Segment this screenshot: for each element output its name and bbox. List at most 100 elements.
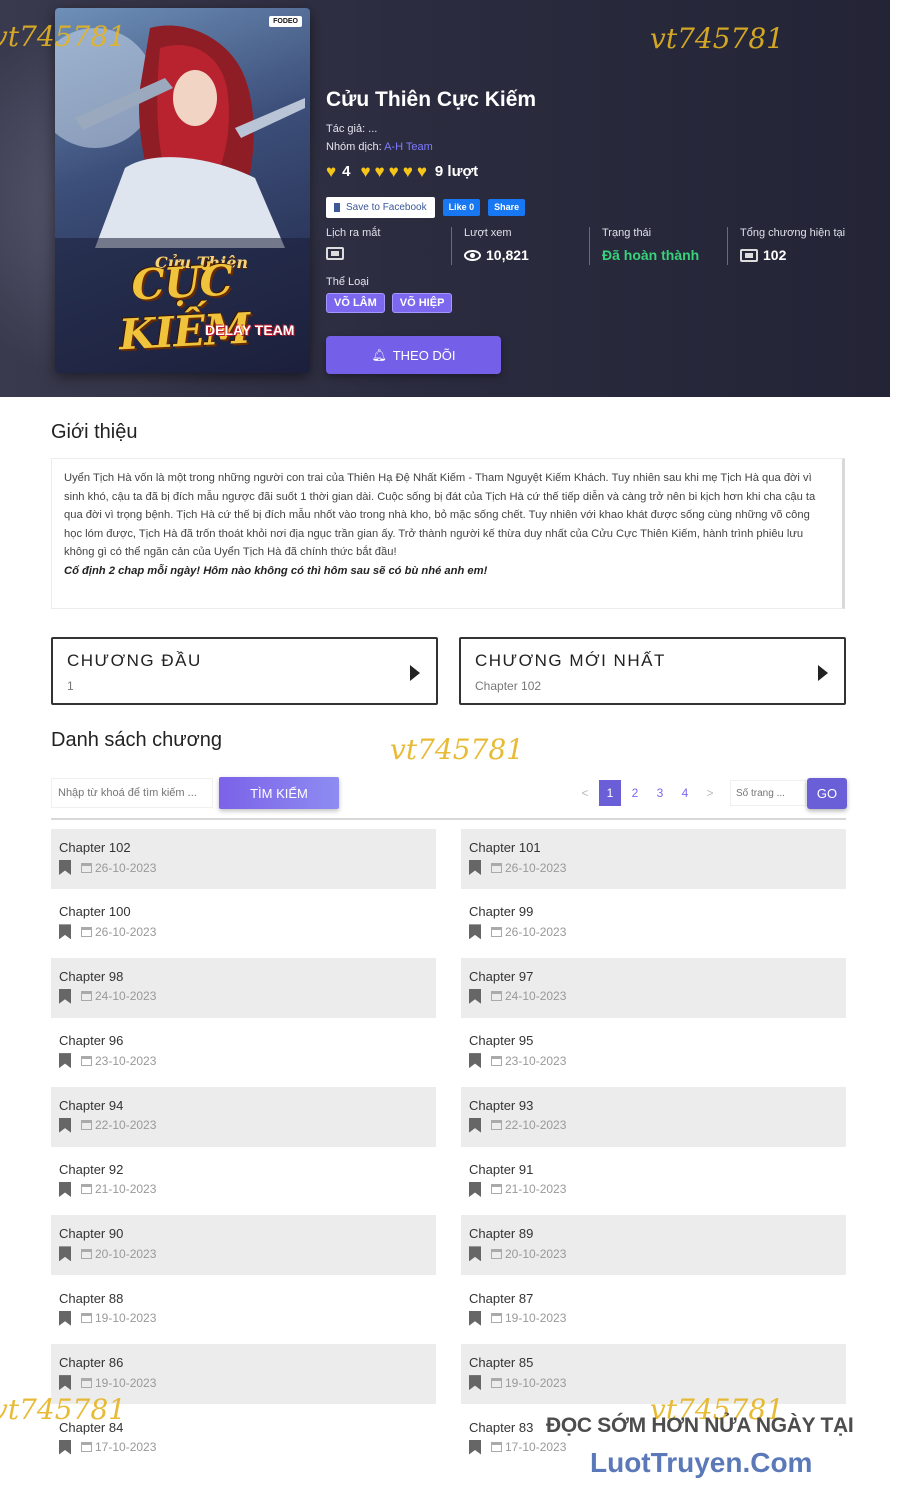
bookmark-icon[interactable] bbox=[469, 1310, 481, 1326]
bookmark-icon[interactable] bbox=[59, 1375, 71, 1391]
bookmark-icon[interactable] bbox=[59, 1439, 71, 1455]
facebook-like-button[interactable]: Like 0 bbox=[442, 199, 481, 216]
bookmark-icon[interactable] bbox=[469, 1439, 481, 1455]
chapter-row[interactable]: Chapter 100 26-10-2023 bbox=[51, 893, 436, 953]
translator-link[interactable]: A-H Team bbox=[384, 141, 433, 153]
chapter-row[interactable]: Chapter 93 22-10-2023 bbox=[461, 1086, 846, 1147]
chapter-row[interactable]: Chapter 96 23-10-2023 bbox=[51, 1022, 436, 1082]
bookmark-icon[interactable] bbox=[469, 924, 481, 940]
chapter-row[interactable]: Chapter 102 26-10-2023 bbox=[51, 829, 436, 889]
facebook-share-button[interactable]: Share bbox=[488, 199, 526, 216]
bookmark-icon[interactable] bbox=[469, 860, 481, 875]
chapter-date-text: 20-10-2023 bbox=[95, 1246, 157, 1261]
chapter-row[interactable]: Chapter 92 21-10-2023 bbox=[51, 1151, 436, 1211]
chapter-name[interactable]: Chapter 100 bbox=[59, 904, 428, 919]
bookmark-icon[interactable] bbox=[59, 924, 71, 940]
bookmark-icon[interactable] bbox=[59, 988, 71, 1004]
calendar-icon bbox=[326, 247, 344, 260]
follow-button[interactable]: 🔔︎ THEO DÕI bbox=[326, 336, 501, 374]
page-3-button[interactable]: 3 bbox=[649, 780, 671, 806]
chapter-name[interactable]: Chapter 86 bbox=[59, 1355, 428, 1370]
chapter-meta: 24-10-2023 bbox=[59, 988, 428, 1004]
save-to-facebook-button[interactable]: Save to Facebook bbox=[326, 197, 435, 218]
page-4-button[interactable]: 4 bbox=[674, 780, 696, 806]
chapter-date-text: 21-10-2023 bbox=[505, 1182, 567, 1197]
chapter-row[interactable]: Chapter 87 19-10-2023 bbox=[461, 1280, 846, 1340]
page-1-button[interactable]: 1 bbox=[599, 780, 621, 806]
chapter-name[interactable]: Chapter 93 bbox=[469, 1098, 838, 1113]
chapter-name[interactable]: Chapter 92 bbox=[59, 1162, 428, 1177]
heart-icon[interactable]: ♥ bbox=[417, 163, 427, 180]
heart-icon[interactable]: ♥ bbox=[389, 163, 399, 180]
bookmark-icon[interactable] bbox=[59, 860, 71, 875]
bookmark-icon[interactable] bbox=[469, 1375, 481, 1391]
intro-text: Uyển Tịch Hà vốn là một trong những ngườ… bbox=[64, 472, 816, 559]
total-chapters-label: Tổng chương hiện tại bbox=[740, 227, 846, 239]
bookmark-icon[interactable] bbox=[469, 988, 481, 1004]
chapter-row[interactable]: Chapter 97 24-10-2023 bbox=[461, 957, 846, 1018]
stats-row: Lịch ra mắt Lượt xem 10,821 Trạng thái Đ… bbox=[326, 227, 878, 265]
go-button[interactable]: GO bbox=[807, 778, 847, 809]
page-number-input[interactable] bbox=[730, 780, 806, 806]
search-button[interactable]: TÌM KIẾM bbox=[219, 777, 339, 809]
bookmark-icon[interactable] bbox=[469, 1117, 481, 1133]
prev-page-button[interactable]: < bbox=[574, 780, 596, 806]
chapter-name[interactable]: Chapter 99 bbox=[469, 904, 838, 919]
bookmark-icon[interactable] bbox=[469, 1181, 481, 1197]
chapter-row[interactable]: Chapter 99 26-10-2023 bbox=[461, 893, 846, 953]
calendar-icon bbox=[81, 862, 92, 873]
latest-chapter-button[interactable]: CHƯƠNG MỚI NHẤT Chapter 102 bbox=[459, 637, 846, 705]
bookmark-icon[interactable] bbox=[59, 1310, 71, 1326]
genre-tag[interactable]: VÕ HIỆP bbox=[391, 293, 453, 313]
chapter-row[interactable]: Chapter 90 20-10-2023 bbox=[51, 1215, 436, 1276]
heart-icon[interactable]: ♥ bbox=[403, 163, 413, 180]
chapter-name[interactable]: Chapter 95 bbox=[469, 1033, 838, 1048]
chapter-date-text: 22-10-2023 bbox=[505, 1118, 567, 1133]
cover-image[interactable]: FODEO Cửu Thiên CỰC KIẾM DELAY TEAM bbox=[55, 8, 310, 373]
calendar-icon bbox=[81, 1184, 92, 1195]
bookmark-icon[interactable] bbox=[59, 1117, 71, 1133]
chapter-search-input[interactable] bbox=[51, 778, 213, 808]
chapter-name[interactable]: Chapter 88 bbox=[59, 1291, 428, 1306]
bookmark-icon[interactable] bbox=[469, 1053, 481, 1069]
calendar-icon bbox=[491, 1055, 502, 1066]
genre-tag[interactable]: VÕ LÂM bbox=[326, 293, 385, 313]
chapter-name[interactable]: Chapter 101 bbox=[469, 840, 838, 855]
chapter-meta: 23-10-2023 bbox=[59, 1053, 428, 1069]
chapter-row[interactable]: Chapter 91 21-10-2023 bbox=[461, 1151, 846, 1211]
first-chapter-button[interactable]: CHƯƠNG ĐẦU 1 bbox=[51, 637, 438, 705]
bookmark-icon[interactable] bbox=[469, 1246, 481, 1262]
chapter-name[interactable]: Chapter 85 bbox=[469, 1355, 838, 1370]
chapter-name[interactable]: Chapter 96 bbox=[59, 1033, 428, 1048]
chapter-name[interactable]: Chapter 102 bbox=[59, 840, 428, 855]
rating[interactable]: ♥ 4 ♥ ♥ ♥ ♥ ♥ 9 lượt bbox=[326, 163, 478, 180]
chapter-row[interactable]: Chapter 89 20-10-2023 bbox=[461, 1215, 846, 1276]
chapter-name[interactable]: Chapter 90 bbox=[59, 1226, 428, 1241]
bookmark-icon bbox=[334, 203, 340, 212]
next-page-button[interactable]: > bbox=[699, 780, 721, 806]
calendar-icon bbox=[81, 1055, 92, 1066]
heart-icon[interactable]: ♥ bbox=[360, 163, 370, 180]
chapter-row[interactable]: Chapter 101 26-10-2023 bbox=[461, 829, 846, 889]
chapter-meta: 19-10-2023 bbox=[469, 1375, 838, 1391]
chapter-name[interactable]: Chapter 94 bbox=[59, 1098, 428, 1113]
page-2-button[interactable]: 2 bbox=[624, 780, 646, 806]
calendar-icon bbox=[81, 1313, 92, 1324]
bookmark-icon[interactable] bbox=[59, 1246, 71, 1262]
chapter-row[interactable]: Chapter 94 22-10-2023 bbox=[51, 1086, 436, 1147]
intro-heading: Giới thiệu bbox=[51, 421, 138, 443]
chapter-row[interactable]: Chapter 98 24-10-2023 bbox=[51, 957, 436, 1018]
chapter-name[interactable]: Chapter 89 bbox=[469, 1226, 838, 1241]
bookmark-icon[interactable] bbox=[59, 1181, 71, 1197]
bookmark-icon[interactable] bbox=[59, 1053, 71, 1069]
chapter-row[interactable]: Chapter 95 23-10-2023 bbox=[461, 1022, 846, 1082]
chapter-meta: 17-10-2023 bbox=[59, 1439, 428, 1455]
chapter-name[interactable]: Chapter 91 bbox=[469, 1162, 838, 1177]
chapter-meta: 26-10-2023 bbox=[59, 860, 428, 875]
chapter-name[interactable]: Chapter 98 bbox=[59, 969, 428, 984]
chapter-name[interactable]: Chapter 97 bbox=[469, 969, 838, 984]
chapter-name[interactable]: Chapter 87 bbox=[469, 1291, 838, 1306]
chapter-date-text: 26-10-2023 bbox=[505, 924, 567, 939]
heart-icon[interactable]: ♥ bbox=[375, 163, 385, 180]
chapter-row[interactable]: Chapter 88 19-10-2023 bbox=[51, 1280, 436, 1340]
